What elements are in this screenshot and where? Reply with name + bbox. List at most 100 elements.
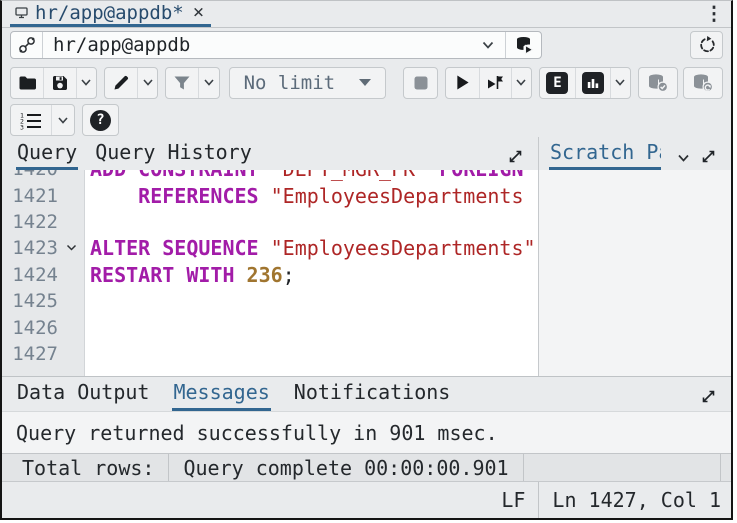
query-complete-time: Query complete 00:00:00.901 bbox=[169, 456, 522, 480]
code-text: RESTART WITH 236; bbox=[84, 263, 295, 287]
file-button-group bbox=[10, 67, 97, 99]
circular-arrow-icon bbox=[697, 35, 717, 55]
code-line[interactable]: 1426 bbox=[2, 314, 538, 340]
code-lines: 1420 ADD CONSTRAINT "DEPT_MGR_FK" FOREIGN… bbox=[2, 170, 538, 367]
gutter: 1427 bbox=[2, 343, 84, 365]
new-connection-icon[interactable] bbox=[505, 32, 541, 58]
main-toolbar: No limit bbox=[2, 62, 731, 103]
statusbar-row2: LF Ln 1427, Col 1 bbox=[2, 481, 731, 518]
filter-button-group bbox=[165, 67, 219, 99]
edit-button-group bbox=[104, 67, 158, 99]
execute-button[interactable] bbox=[446, 68, 478, 98]
code-line[interactable]: 1424 RESTART WITH 236; bbox=[2, 262, 538, 288]
code-text: ADD CONSTRAINT "DEPT_MGR_FK" FOREIGN bbox=[84, 170, 524, 181]
floppy-save-icon bbox=[51, 74, 69, 92]
fold-chevron-icon[interactable] bbox=[66, 244, 77, 252]
cursor-position: Ln 1427, Col 1 bbox=[539, 488, 731, 512]
refresh-connection-button[interactable] bbox=[690, 31, 723, 59]
expand-scratch-icon[interactable] bbox=[700, 148, 717, 170]
save-button[interactable] bbox=[43, 68, 75, 98]
filter-button[interactable] bbox=[166, 68, 198, 98]
help-button[interactable]: ? bbox=[82, 104, 119, 136]
code-line[interactable]: 1427 bbox=[2, 341, 538, 367]
divider bbox=[523, 454, 524, 481]
tab-query[interactable]: Query bbox=[16, 138, 78, 170]
play-flag-icon bbox=[486, 74, 505, 92]
line-number: 1424 bbox=[2, 264, 58, 286]
code-line[interactable]: 1421 REFERENCES "EmployeesDepartments bbox=[2, 182, 538, 208]
code-line[interactable]: 1425 bbox=[2, 288, 538, 314]
funnel-filter-icon bbox=[173, 75, 191, 91]
commit-button[interactable] bbox=[638, 67, 678, 99]
connection-name: hr/app@appdb bbox=[43, 32, 471, 58]
total-rows-label: Total rows: bbox=[2, 456, 168, 480]
query-editor-pane: Query Query History 1420 ADD CONSTRAINT "… bbox=[2, 137, 538, 376]
scratch-pad-pane: Scratch Pad bbox=[538, 137, 731, 376]
eol-indicator[interactable]: LF bbox=[488, 488, 538, 512]
svg-text:3: 3 bbox=[20, 123, 24, 130]
close-icon[interactable]: × bbox=[191, 3, 206, 22]
sql-code-editor[interactable]: 1420 ADD CONSTRAINT "DEPT_MGR_FK" FOREIGN… bbox=[2, 170, 538, 376]
messages-panel: Query returned successfully in 901 msec. bbox=[2, 412, 731, 453]
save-menu-chevron[interactable] bbox=[76, 68, 96, 98]
tab-query-editor[interactable]: hr/app@appdb* × bbox=[10, 1, 211, 27]
divider bbox=[720, 454, 721, 481]
row-limit-value: No limit bbox=[244, 72, 336, 94]
macros-button[interactable]: 1 2 3 bbox=[11, 105, 51, 135]
database-commit-icon bbox=[647, 73, 669, 93]
gutter: 1422 bbox=[2, 211, 84, 233]
gutter: 1420 bbox=[2, 170, 84, 180]
line-number: 1427 bbox=[2, 343, 58, 365]
expand-editor-icon[interactable] bbox=[507, 148, 524, 170]
disconnect-plug-icon bbox=[11, 32, 43, 58]
output-tabbar: Data Output Messages Notifications bbox=[2, 376, 731, 412]
expand-output-icon[interactable] bbox=[700, 388, 717, 411]
tab-data-output[interactable]: Data Output bbox=[16, 378, 150, 411]
code-line[interactable]: 1420 ADD CONSTRAINT "DEPT_MGR_FK" FOREIGN bbox=[2, 170, 538, 182]
statusbar-row1: Total rows: Query complete 00:00:00.901 bbox=[2, 453, 731, 481]
explain-button[interactable]: E bbox=[540, 68, 575, 98]
scratch-pad-textarea[interactable] bbox=[539, 170, 731, 376]
tab-query-history[interactable]: Query History bbox=[94, 138, 253, 170]
connection-bar: hr/app@appdb bbox=[2, 28, 731, 62]
explain-analyze-button[interactable] bbox=[575, 68, 610, 98]
line-number: 1423 bbox=[2, 237, 58, 259]
execute-button-group bbox=[445, 67, 532, 99]
tab-notifications[interactable]: Notifications bbox=[293, 378, 452, 411]
query-tool-window: hr/app@appdb* × ⋮ hr/app@appdb bbox=[0, 0, 733, 520]
line-number: 1426 bbox=[2, 317, 58, 339]
gutter: 1425 bbox=[2, 290, 84, 312]
scratch-tabbar: Scratch Pad bbox=[539, 137, 731, 170]
help-icon: ? bbox=[90, 110, 111, 131]
scratch-menu-chevron[interactable] bbox=[677, 154, 690, 170]
line-number: 1420 bbox=[2, 170, 58, 180]
tab-messages[interactable]: Messages bbox=[172, 378, 270, 411]
macros-menu-chevron[interactable] bbox=[51, 105, 74, 135]
execute-from-cursor-button[interactable] bbox=[479, 68, 511, 98]
explain-menu-chevron[interactable] bbox=[610, 68, 630, 98]
macros-button-group: 1 2 3 bbox=[10, 104, 75, 136]
code-line[interactable]: 1423ALTER SEQUENCE "EmployeesDepartments… bbox=[2, 235, 538, 261]
line-number: 1422 bbox=[2, 211, 58, 233]
stop-button[interactable] bbox=[403, 67, 438, 99]
rollback-button[interactable] bbox=[683, 67, 723, 99]
code-line[interactable]: 1422 bbox=[2, 209, 538, 235]
monitor-icon bbox=[15, 6, 28, 19]
kebab-menu-icon[interactable]: ⋮ bbox=[697, 1, 731, 27]
open-file-button[interactable] bbox=[11, 68, 43, 98]
explain-icon: E bbox=[546, 72, 568, 94]
edit-button[interactable] bbox=[105, 68, 137, 98]
editor-tabbar: Query Query History bbox=[2, 137, 538, 170]
play-icon bbox=[455, 74, 470, 91]
tab-scratch-pad[interactable]: Scratch Pad bbox=[549, 138, 661, 170]
row-limit-dropdown[interactable]: No limit bbox=[229, 67, 387, 99]
bar-chart-icon bbox=[582, 72, 604, 94]
execute-menu-chevron[interactable] bbox=[511, 68, 531, 98]
secondary-toolbar: 1 2 3 ? bbox=[2, 103, 731, 137]
edit-menu-chevron[interactable] bbox=[137, 68, 157, 98]
filter-menu-chevron[interactable] bbox=[198, 68, 218, 98]
connection-combo[interactable]: hr/app@appdb bbox=[10, 31, 542, 59]
pencil-icon bbox=[112, 74, 130, 92]
chevron-down-icon[interactable] bbox=[471, 32, 505, 58]
document-tabbar: hr/app@appdb* × ⋮ bbox=[2, 1, 731, 28]
